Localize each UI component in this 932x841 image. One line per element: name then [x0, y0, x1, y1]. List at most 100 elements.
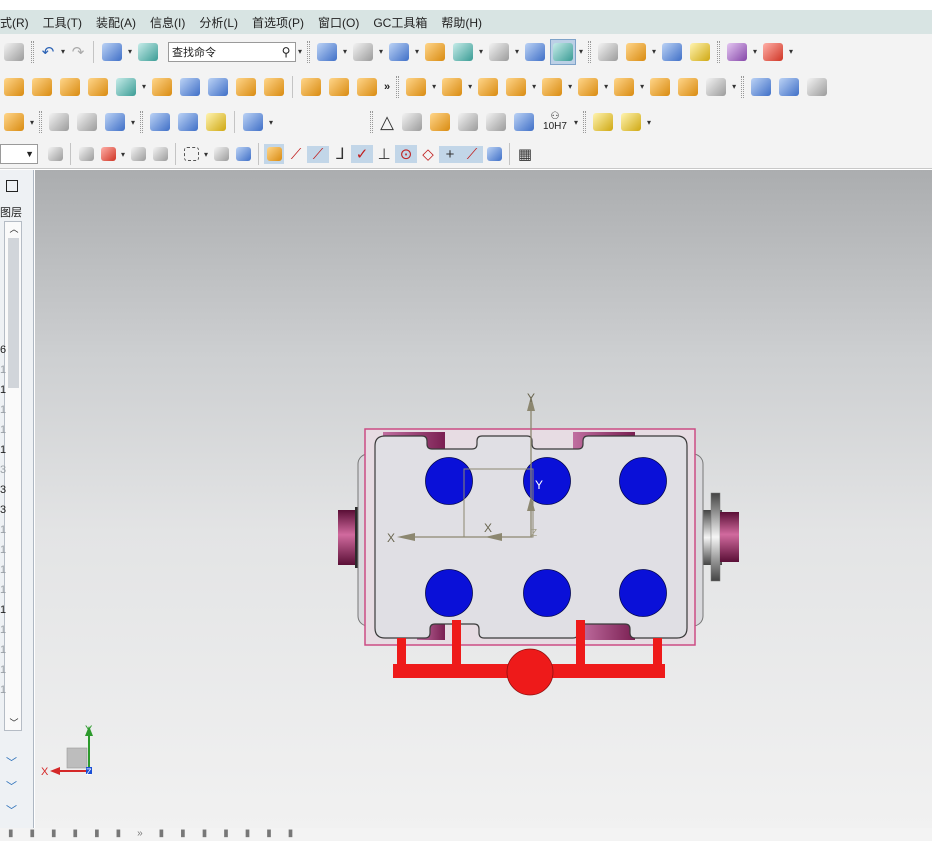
book-icon[interactable] — [422, 39, 448, 65]
nut-dropdown-icon[interactable]: ▾ — [430, 82, 438, 91]
rectangle-select-dropdown-icon[interactable]: ▾ — [202, 150, 210, 159]
measure-tool-icon[interactable] — [102, 109, 128, 135]
end-point-icon[interactable]: ⟋ — [285, 146, 307, 163]
move-icon[interactable] — [128, 144, 148, 164]
command-search-input[interactable]: 查找命令 ⚲ — [168, 41, 296, 62]
triangle-icon[interactable]: △ — [376, 112, 398, 133]
mold-icon[interactable] — [261, 74, 287, 100]
chip-dropdown-icon[interactable]: ▾ — [28, 118, 36, 127]
stack-dropdown-icon[interactable]: ▾ — [645, 118, 653, 127]
square-dropdown-icon[interactable]: ▾ — [513, 47, 521, 56]
flag-dropdown-icon[interactable]: ▾ — [477, 47, 485, 56]
menu-tools[interactable]: 工具(T) — [36, 14, 89, 31]
bottom-toolbar-icon[interactable]: ▮ — [223, 828, 229, 839]
feature-icon[interactable] — [233, 74, 259, 100]
block-icon[interactable] — [85, 74, 111, 100]
point-on-face-icon[interactable] — [484, 144, 504, 164]
layer-scrollbar[interactable]: ︿ ﹀ — [4, 221, 22, 731]
filter-icon[interactable] — [45, 144, 65, 164]
menu-information[interactable]: 信息(I) — [143, 14, 192, 31]
dimension-icon[interactable] — [511, 109, 537, 135]
snap-points-icon[interactable] — [264, 144, 284, 164]
menu-help[interactable]: 帮助(H) — [434, 14, 489, 31]
stack-icon[interactable] — [590, 109, 616, 135]
constraint-dropdown-icon[interactable]: ▾ — [650, 47, 658, 56]
snap-dropdown-icon[interactable]: ▾ — [119, 150, 127, 159]
frame-dropdown-icon[interactable]: ▾ — [602, 82, 610, 91]
solid-select-icon[interactable] — [233, 144, 253, 164]
arch-dropdown-icon[interactable]: ▾ — [566, 82, 574, 91]
bottom-toolbar-icon[interactable]: ▮ — [73, 828, 79, 839]
flange-icon[interactable] — [647, 74, 673, 100]
brush-icon[interactable] — [350, 39, 376, 65]
surface-icon[interactable] — [503, 74, 529, 100]
cover-icon[interactable] — [354, 74, 380, 100]
stack2-icon[interactable] — [618, 109, 644, 135]
expand-panel-icon[interactable]: ﹀ — [6, 754, 17, 770]
note-icon[interactable] — [483, 109, 509, 135]
menu-analysis[interactable]: 分析(L) — [192, 14, 245, 31]
assembly-icon[interactable] — [550, 38, 576, 65]
scroll-down-icon[interactable]: ﹀ — [7, 716, 21, 729]
bottom-toolbar-icon[interactable]: ▮ — [30, 828, 36, 839]
flag-icon[interactable] — [450, 39, 476, 65]
layout-dropdown-icon[interactable]: ▾ — [126, 47, 134, 56]
cylinder-icon[interactable] — [675, 74, 701, 100]
group-icon[interactable] — [455, 109, 481, 135]
scroll-up-icon[interactable]: ︿ — [7, 222, 21, 235]
curve-icon[interactable] — [475, 74, 501, 100]
grid-dropdown-icon[interactable]: ▾ — [787, 47, 795, 56]
info-icon[interactable] — [135, 39, 161, 65]
tool-icon[interactable] — [175, 109, 201, 135]
bricks-icon[interactable] — [29, 74, 55, 100]
pipe-icon[interactable] — [298, 74, 324, 100]
hammer-icon[interactable] — [1, 74, 27, 100]
hand-icon[interactable] — [150, 144, 170, 164]
play-dropdown-icon[interactable]: ▾ — [751, 47, 759, 56]
cube-dropdown-icon[interactable]: ▾ — [413, 47, 421, 56]
open-icon[interactable] — [1, 39, 27, 65]
frame-icon[interactable] — [575, 74, 601, 100]
assembly-dropdown-icon[interactable]: ▾ — [577, 47, 585, 56]
search-dropdown-icon[interactable]: ▾ — [296, 47, 304, 56]
bottom-toolbar-icon[interactable]: ▮ — [245, 828, 251, 839]
tolerance-dropdown-icon[interactable]: ▾ — [572, 118, 580, 127]
gear-icon[interactable] — [57, 74, 83, 100]
play-icon[interactable] — [724, 39, 750, 65]
curve-tool-icon[interactable] — [74, 109, 100, 135]
bearing-icon[interactable] — [203, 109, 229, 135]
sheet-icon[interactable] — [177, 74, 203, 100]
report-icon[interactable] — [595, 39, 621, 65]
sphere-icon[interactable] — [113, 74, 139, 100]
align-icon[interactable] — [46, 109, 72, 135]
fit-dropdown-icon[interactable]: ▾ — [341, 47, 349, 56]
arrow-cube-icon[interactable] — [522, 39, 548, 65]
select-all-icon[interactable] — [76, 144, 96, 164]
point-on-curve-icon[interactable]: ⟋ — [461, 145, 483, 163]
bottom-toolbar-icon[interactable]: ▮ — [180, 828, 186, 839]
bottom-toolbar-icon[interactable]: ▮ — [94, 828, 100, 839]
drawing-icon[interactable] — [427, 109, 453, 135]
menu-preferences[interactable]: 首选项(P) — [245, 14, 311, 31]
intersection-icon[interactable]: ✓ — [351, 145, 373, 163]
fit-icon[interactable] — [314, 39, 340, 65]
perpendicular-icon[interactable]: ⊥ — [373, 145, 395, 163]
knife-dropdown-icon[interactable]: ▾ — [267, 118, 275, 127]
menu-window[interactable]: 窗口(O) — [311, 14, 366, 31]
brush-dropdown-icon[interactable]: ▾ — [377, 47, 385, 56]
cross-dropdown-icon[interactable]: ▾ — [730, 82, 738, 91]
arch-icon[interactable] — [539, 74, 565, 100]
grid-icon[interactable] — [760, 39, 786, 65]
bottom-toolbar-icon[interactable]: ▮ — [266, 828, 272, 839]
quadrant-icon[interactable]: ◇ — [417, 145, 439, 163]
bottom-toolbar-icon[interactable]: ▮ — [116, 828, 122, 839]
surface-patch-icon[interactable] — [748, 74, 774, 100]
cube-icon[interactable] — [386, 39, 412, 65]
bounded-grid-icon[interactable]: ▦ — [514, 145, 536, 163]
control-point-icon[interactable]: ᒧ — [329, 145, 351, 163]
bottom-toolbar-icon[interactable]: ▮ — [159, 828, 165, 839]
search-icon[interactable]: ⚲ — [277, 45, 295, 59]
maximize-icon[interactable] — [6, 180, 18, 192]
expand-panel-icon[interactable]: ﹀ — [6, 778, 17, 794]
bottom-toolbar-icon[interactable]: ▮ — [202, 828, 208, 839]
